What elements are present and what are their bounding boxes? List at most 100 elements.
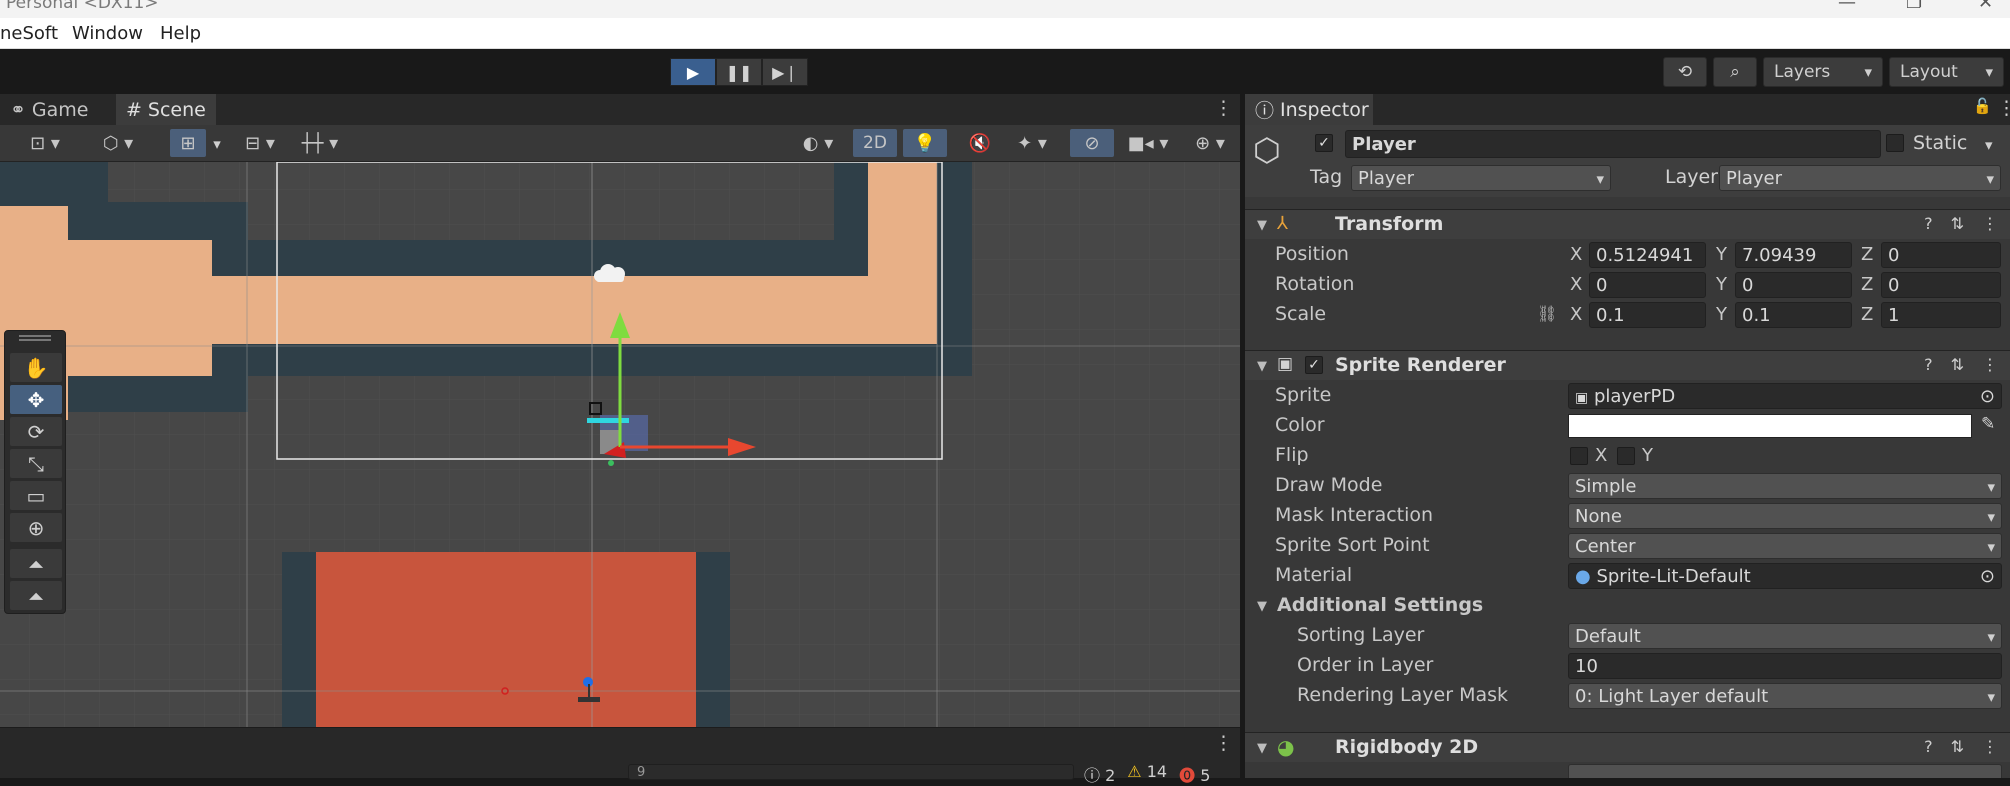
draw-mode-dropdown[interactable]: Simple: [1568, 473, 2002, 499]
scene-viewport[interactable]: ✋ ✥ ⟳ ⤡ ▭ ⊕ ⏶ ⏶: [0, 162, 1240, 727]
play-button[interactable]: ▶: [670, 58, 716, 86]
rect-tool[interactable]: ▭: [10, 481, 62, 510]
mode-2d-toggle[interactable]: 2D: [853, 129, 897, 157]
sorting-layer-label: Sorting Layer: [1297, 624, 1425, 646]
component-menu-icon[interactable]: ⋮: [1982, 214, 1998, 233]
preset-icon[interactable]: ⇅: [1951, 737, 1964, 756]
ruler-dropdown[interactable]: ┼┼ ▾: [292, 129, 348, 157]
hidden-objects-toggle[interactable]: ⊘: [1070, 129, 1114, 157]
tab-game[interactable]: ⚭ Game: [0, 94, 99, 125]
help-icon[interactable]: ?: [1924, 355, 1933, 374]
help-icon[interactable]: ?: [1924, 214, 1933, 233]
object-picker-icon[interactable]: ⊙: [1980, 566, 1995, 587]
scale-tool[interactable]: ⤡: [10, 449, 62, 478]
menu-item-window[interactable]: Window: [72, 23, 143, 44]
layer-dropdown[interactable]: Player: [1719, 165, 2001, 191]
link-constrain-icon[interactable]: ⛓: [1537, 304, 1557, 323]
active-checkbox[interactable]: ✓: [1315, 134, 1333, 152]
scale-x-field[interactable]: 0.1: [1589, 302, 1706, 328]
gizmos-dropdown[interactable]: ⊕ ▾: [1182, 129, 1238, 157]
sprite-renderer-header[interactable]: ▼ ▣ ✓ Sprite Renderer ? ⇅ ⋮: [1245, 350, 2010, 380]
body-type-dropdown[interactable]: [1568, 764, 2002, 778]
flip-y-checkbox[interactable]: [1617, 447, 1635, 465]
menu-item-help[interactable]: Help: [160, 23, 201, 44]
scene-canvas[interactable]: [0, 162, 1240, 727]
preset-icon[interactable]: ⇅: [1951, 355, 1964, 374]
sprite-object-field[interactable]: ▣ playerPD ⊙: [1568, 383, 2002, 409]
sprite-renderer-enabled-checkbox[interactable]: ✓: [1305, 356, 1323, 374]
orientation-dropdown[interactable]: ◐ ▾: [790, 129, 846, 157]
rotation-z-field[interactable]: 0: [1881, 272, 2001, 298]
position-z-field[interactable]: 0: [1881, 242, 2001, 268]
lighting-toggle[interactable]: 💡: [903, 129, 947, 157]
scale-y-field[interactable]: 0.1: [1735, 302, 1852, 328]
object-picker-icon[interactable]: ⊙: [1980, 386, 1995, 407]
color-swatch[interactable]: [1568, 414, 1972, 438]
rendering-layer-mask-dropdown[interactable]: 0: Light Layer default: [1568, 683, 2002, 709]
sorting-layer-dropdown[interactable]: Default: [1568, 623, 2002, 649]
static-checkbox[interactable]: [1886, 134, 1904, 152]
tab-inspector[interactable]: ⓘ Inspector: [1245, 94, 1373, 125]
grid-snap-toggle[interactable]: ⊞: [170, 129, 206, 157]
component-menu-icon[interactable]: ⋮: [1982, 355, 1998, 374]
rotation-x-field[interactable]: 0: [1589, 272, 1706, 298]
static-dropdown[interactable]: [1985, 133, 1993, 155]
panel-menu-icon[interactable]: ⋮: [1997, 97, 2010, 119]
restore-icon[interactable]: ❐: [1906, 0, 1922, 13]
move-tool[interactable]: ✥: [10, 385, 62, 414]
position-x-field[interactable]: 0.5124941: [1589, 242, 1706, 268]
history-button[interactable]: ⟲: [1663, 57, 1707, 87]
rigidbody2d-header[interactable]: ▼ ◕ Rigidbody 2D ? ⇅ ⋮: [1245, 732, 2010, 762]
panel-menu-icon[interactable]: ⋮: [1214, 97, 1233, 119]
pause-button[interactable]: ❚❚: [716, 58, 762, 86]
layout-dropdown[interactable]: Layout: [1889, 57, 2004, 87]
foldout-arrow-icon[interactable]: ▼: [1257, 218, 1267, 233]
preset-icon[interactable]: ⇅: [1951, 214, 1964, 233]
camera-mode-dropdown[interactable]: ⬡ ▾: [88, 129, 148, 157]
audio-toggle[interactable]: 🔇: [960, 129, 1000, 157]
tab-scene[interactable]: # Scene: [116, 94, 216, 125]
scale-z-field[interactable]: 1: [1881, 302, 2001, 328]
tag-dropdown[interactable]: Player: [1351, 165, 1611, 191]
effects-dropdown[interactable]: ✦ ▾: [1004, 129, 1060, 157]
material-object-field[interactable]: ● Sprite-Lit-Default ⊙: [1568, 563, 2002, 589]
increment-snap-dropdown[interactable]: ⊟ ▾: [232, 129, 288, 157]
step-button[interactable]: ▶❘: [762, 58, 808, 86]
lock-icon[interactable]: 🔓: [1973, 97, 1992, 115]
error-counter[interactable]: ⓿ 5: [1179, 762, 1210, 786]
camera-dropdown[interactable]: ■◂ ▾: [1120, 129, 1176, 157]
order-in-layer-input[interactable]: 10: [1568, 653, 2002, 679]
custom-tool-1[interactable]: ⏶: [10, 549, 62, 578]
position-y-field[interactable]: 7.09439: [1735, 242, 1852, 268]
foldout-arrow-icon[interactable]: ▼: [1257, 599, 1267, 614]
transform-header[interactable]: ▼ ⅄ Transform ? ⇅ ⋮: [1245, 209, 2010, 239]
search-button[interactable]: ⌕: [1713, 57, 1757, 87]
sorting-layer-row: Sorting Layer Default: [1245, 621, 2010, 651]
rotation-y-field[interactable]: 0: [1735, 272, 1852, 298]
rotate-tool[interactable]: ⟳: [10, 417, 62, 446]
info-counter[interactable]: ⓘ 2: [1084, 762, 1115, 786]
transform-tool[interactable]: ⊕: [10, 513, 62, 542]
component-menu-icon[interactable]: ⋮: [1982, 737, 1998, 756]
minimize-icon[interactable]: —: [1838, 0, 1856, 13]
custom-tool-2[interactable]: ⏶: [10, 581, 62, 610]
object-name-input[interactable]: Player: [1345, 130, 1881, 158]
grid-snap-dropdown[interactable]: [206, 129, 228, 157]
warning-counter[interactable]: ⚠ 14: [1127, 762, 1167, 786]
eyedropper-icon[interactable]: ✎: [1981, 414, 1995, 434]
menu-item-tonesoft[interactable]: neSoft: [0, 23, 58, 44]
flip-x-checkbox[interactable]: [1570, 447, 1588, 465]
additional-settings-row[interactable]: ▼ Additional Settings: [1245, 591, 2010, 621]
help-icon[interactable]: ?: [1924, 737, 1933, 756]
hand-tool[interactable]: ✋: [10, 353, 62, 382]
foldout-arrow-icon[interactable]: ▼: [1257, 741, 1267, 756]
grid-icon: ⊞: [180, 132, 196, 154]
panel-menu-icon[interactable]: ⋮: [1214, 732, 1233, 754]
draw-mode-dropdown[interactable]: ⊡ ▾: [10, 129, 80, 157]
foldout-arrow-icon[interactable]: ▼: [1257, 359, 1267, 374]
layers-dropdown[interactable]: Layers: [1763, 57, 1883, 87]
sprite-sort-point-dropdown[interactable]: Center: [1568, 533, 2002, 559]
drag-handle[interactable]: [19, 335, 51, 341]
mask-interaction-dropdown[interactable]: None: [1568, 503, 2002, 529]
close-icon[interactable]: ✕: [1978, 0, 1993, 13]
